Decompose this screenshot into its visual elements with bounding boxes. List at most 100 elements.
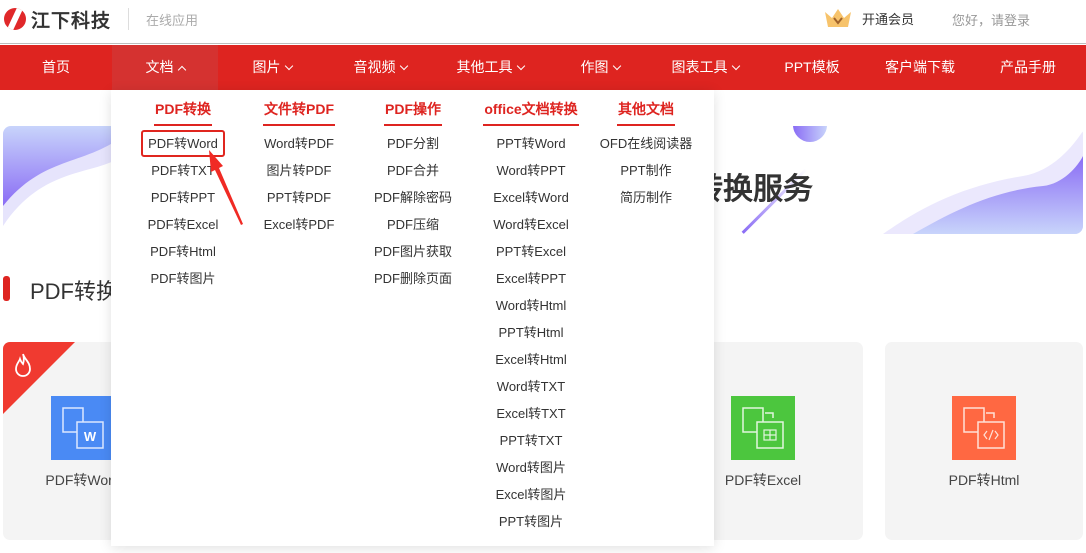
dropdown-item[interactable]: Excel转TXT xyxy=(476,400,586,427)
logo-text: 江下科技 xyxy=(31,10,112,32)
dropdown-item[interactable]: PDF解除密码 xyxy=(363,184,463,211)
dropdown-item-row: Word转PDF xyxy=(249,130,349,157)
nav-item-drawing[interactable]: 作图 xyxy=(560,45,640,90)
dropdown-item-row: PPT转Html xyxy=(476,319,586,346)
section-accent-bar xyxy=(3,276,10,301)
nav-item-chart-tools[interactable]: 图表工具 xyxy=(655,45,755,90)
dropdown-item[interactable]: Word转PPT xyxy=(476,157,586,184)
logo-icon xyxy=(4,8,26,30)
dropdown-item-row: Word转TXT xyxy=(476,373,586,400)
dropdown-item[interactable]: Word转Excel xyxy=(476,211,586,238)
tool-card-pdf-to-html[interactable]: PDF转Html xyxy=(885,342,1083,540)
nav-item-ppt-templates[interactable]: PPT模板 xyxy=(772,45,852,90)
dropdown-item-row: PPT转PDF xyxy=(249,184,349,211)
dropdown-item-row: Word转Excel xyxy=(476,211,586,238)
pdf-to-excel-icon xyxy=(731,396,795,460)
login-link[interactable]: 您好，请登录 xyxy=(952,10,1030,29)
dropdown-column-list: OFD在线阅读器 PPT制作 简历制作 xyxy=(596,130,696,211)
dropdown-column-heading: 文件转PDF xyxy=(263,90,335,126)
dropdown-column-heading: PDF操作 xyxy=(384,90,442,126)
chevron-down-icon xyxy=(516,61,525,71)
dropdown-item[interactable]: 图片转PDF xyxy=(249,157,349,184)
dropdown-item[interactable]: PPT转Word xyxy=(476,130,586,157)
dropdown-item[interactable]: Excel转PDF xyxy=(249,211,349,238)
dropdown-item-row: Word转图片 xyxy=(476,454,586,481)
dropdown-column-heading: PDF转换 xyxy=(154,90,212,126)
dropdown-item[interactable]: PDF图片获取 xyxy=(363,238,463,265)
dropdown-item-row: Excel转Word xyxy=(476,184,586,211)
nav-item-audio-video[interactable]: 音视频 xyxy=(330,45,430,90)
nav-label: 文档 xyxy=(145,59,174,75)
nav-label: 音视频 xyxy=(353,59,396,75)
dropdown-item[interactable]: Word转Html xyxy=(476,292,586,319)
nav-label: 首页 xyxy=(42,59,70,75)
dropdown-item[interactable]: PDF分割 xyxy=(363,130,463,157)
dropdown-item[interactable]: PPT转PDF xyxy=(249,184,349,211)
dropdown-item[interactable]: Excel转PPT xyxy=(476,265,586,292)
dropdown-column-file-to-pdf: 文件转PDF Word转PDF 图片转PDF PPT转PDF Excel转PDF xyxy=(249,90,349,238)
chevron-down-icon xyxy=(284,61,293,71)
dropdown-column-heading: 其他文档 xyxy=(617,90,675,126)
nav-label: 其他工具 xyxy=(456,59,513,75)
pdf-to-word-icon: W xyxy=(51,396,115,460)
dropdown-item[interactable]: Excel转Word xyxy=(476,184,586,211)
dropdown-item[interactable]: PPT转TXT xyxy=(476,427,586,454)
section-title: PDF转换 xyxy=(30,279,119,304)
vip-button[interactable]: 开通会员 xyxy=(824,8,914,28)
dropdown-item-row: PDF合并 xyxy=(363,157,463,184)
dropdown-item-row: PDF图片获取 xyxy=(363,238,463,265)
dropdown-column-other-docs: 其他文档 OFD在线阅读器 PPT制作 简历制作 xyxy=(596,90,696,211)
dropdown-column-list: PPT转Word Word转PPT Excel转Word Word转Excel PPT转… xyxy=(476,130,586,535)
dropdown-item-row: Word转PPT xyxy=(476,157,586,184)
dropdown-item[interactable]: PPT制作 xyxy=(596,157,696,184)
dropdown-column-office-convert: office文档转换 PPT转Word Word转PPT Excel转Word Wor… xyxy=(476,90,586,535)
dropdown-item-row: PDF分割 xyxy=(363,130,463,157)
top-header: 江下科技 在线应用 开通会员 您好，请登录 xyxy=(0,0,1086,44)
chevron-down-icon xyxy=(731,61,740,71)
dropdown-item[interactable]: Excel转图片 xyxy=(476,481,586,508)
nav-item-other-tools[interactable]: 其他工具 xyxy=(440,45,540,90)
dropdown-item-row: PDF解除密码 xyxy=(363,184,463,211)
dropdown-item[interactable]: Excel转Html xyxy=(476,346,586,373)
logo[interactable]: 江下科技 xyxy=(4,6,111,32)
chevron-down-icon xyxy=(399,61,408,71)
nav-label: 图片 xyxy=(252,59,281,75)
dropdown-item-row: PPT制作 xyxy=(596,157,696,184)
dropdown-item-row: 图片转PDF xyxy=(249,157,349,184)
nav-item-client-download[interactable]: 客户端下载 xyxy=(872,45,968,90)
chevron-down-icon xyxy=(612,61,621,71)
banner-decor-circle xyxy=(793,126,827,142)
dropdown-item[interactable]: Word转TXT xyxy=(476,373,586,400)
vip-label: 开通会员 xyxy=(862,11,915,27)
dropdown-item[interactable]: PDF删除页面 xyxy=(363,265,463,292)
dropdown-item[interactable]: OFD在线阅读器 xyxy=(596,130,696,157)
dropdown-item-row: PDF删除页面 xyxy=(363,265,463,292)
dropdown-item-row: OFD在线阅读器 xyxy=(596,130,696,157)
dropdown-item[interactable]: PDF压缩 xyxy=(363,211,463,238)
site-subtitle: 在线应用 xyxy=(146,13,199,28)
dropdown-item-row: Word转Html xyxy=(476,292,586,319)
annotation-arrow-icon xyxy=(209,150,243,225)
dropdown-item-row: PDF转图片 xyxy=(133,265,233,292)
dropdown-item[interactable]: PPT转Excel xyxy=(476,238,586,265)
dropdown-item-row: PDF转Html xyxy=(133,238,233,265)
dropdown-item[interactable]: PPT转Html xyxy=(476,319,586,346)
nav-item-product-manual[interactable]: 产品手册 xyxy=(988,45,1068,90)
documents-dropdown-menu: PDF转换 PDF转Word PDF转TXT PDF转PPT PDF转Excel PDF… xyxy=(111,90,714,546)
dropdown-item[interactable]: PPT转图片 xyxy=(476,508,586,535)
chevron-up-icon xyxy=(177,65,186,75)
dropdown-item-row: Excel转Html xyxy=(476,346,586,373)
dropdown-column-heading: office文档转换 xyxy=(483,90,579,126)
dropdown-item[interactable]: PDF合并 xyxy=(363,157,463,184)
dropdown-item[interactable]: Word转PDF xyxy=(249,130,349,157)
dropdown-item[interactable]: PDF转图片 xyxy=(133,265,233,292)
nav-item-documents[interactable]: 文档 xyxy=(112,45,218,90)
banner-wave-left xyxy=(3,126,123,226)
dropdown-item[interactable]: PDF转Html xyxy=(133,238,233,265)
crown-icon xyxy=(824,8,852,28)
card-label: PDF转Html xyxy=(948,472,1020,488)
dropdown-item[interactable]: Word转图片 xyxy=(476,454,586,481)
nav-item-home[interactable]: 首页 xyxy=(0,45,112,90)
dropdown-item[interactable]: 简历制作 xyxy=(596,184,696,211)
nav-item-images[interactable]: 图片 xyxy=(222,45,322,90)
